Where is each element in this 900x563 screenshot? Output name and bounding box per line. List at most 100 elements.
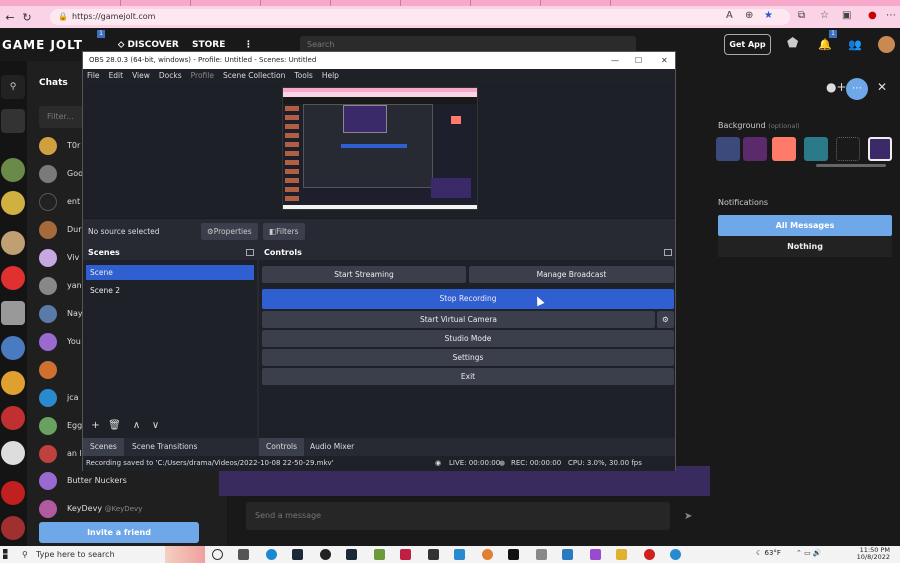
maximize-icon[interactable]: ☐ xyxy=(635,52,642,69)
background-swatch[interactable] xyxy=(743,137,767,161)
obs-title-bar[interactable]: OBS 28.0.3 (64-bit, windows) - Profile: … xyxy=(83,52,675,69)
profile-icon[interactable]: ● xyxy=(868,10,877,21)
user-icon[interactable]: ⚲ xyxy=(1,75,25,99)
more-options-icon[interactable]: ⋯ xyxy=(846,78,868,100)
read-aloud-icon[interactable]: A xyxy=(726,10,733,21)
menu-file[interactable]: File xyxy=(87,69,100,83)
add-scene-icon[interactable]: + xyxy=(88,418,103,433)
widgets-icon[interactable] xyxy=(238,549,249,560)
friends-icon[interactable]: 👥 xyxy=(848,38,862,51)
manage-broadcast-button[interactable]: Manage Broadcast xyxy=(469,266,674,283)
tab-scene-transitions[interactable]: Scene Transitions xyxy=(125,438,204,456)
extensions-icon[interactable]: ⧉ xyxy=(798,10,805,21)
community-icon[interactable] xyxy=(1,266,25,290)
weather-widget[interactable]: ☾ 63°F xyxy=(756,549,781,557)
app-icon[interactable] xyxy=(670,549,681,560)
background-swatch-selected[interactable] xyxy=(868,137,892,161)
close-icon[interactable]: ✕ xyxy=(877,80,887,94)
filters-button[interactable]: ◧Filters xyxy=(263,223,305,240)
refresh-icon[interactable]: ↻ xyxy=(20,11,34,24)
start-streaming-button[interactable]: Start Streaming xyxy=(262,266,466,283)
nav-store[interactable]: STORE xyxy=(192,40,225,50)
add-member-icon[interactable]: ●+ xyxy=(826,80,847,94)
undock-icon[interactable] xyxy=(246,249,254,256)
favorite-star-icon[interactable]: ★ xyxy=(764,10,773,21)
tab-audio-mixer[interactable]: Audio Mixer xyxy=(303,438,361,456)
undock-icon[interactable] xyxy=(664,249,672,256)
chat-row[interactable]: Butter Nuckers xyxy=(39,470,224,492)
community-icon[interactable] xyxy=(1,336,25,360)
move-up-icon[interactable]: ∧ xyxy=(129,418,144,433)
invite-friend-button[interactable]: Invite a friend xyxy=(39,522,199,543)
app-icon[interactable] xyxy=(590,549,601,560)
studio-mode-button[interactable]: Studio Mode xyxy=(262,330,674,347)
collections-icon[interactable]: ▣ xyxy=(842,10,851,21)
windows-start-icon[interactable] xyxy=(3,549,8,559)
app-icon[interactable] xyxy=(482,549,493,560)
favorites-icon[interactable]: ☆ xyxy=(820,10,829,21)
all-messages-option[interactable]: All Messages xyxy=(718,215,892,236)
scene-item[interactable]: Scene 2 xyxy=(86,283,254,298)
close-window-icon[interactable]: ✕ xyxy=(661,52,668,69)
minecraft-icon[interactable] xyxy=(374,549,385,560)
community-icon[interactable] xyxy=(1,231,25,255)
steam-icon[interactable] xyxy=(292,549,303,560)
menu-tools[interactable]: Tools xyxy=(294,69,312,83)
settings-button[interactable]: Settings xyxy=(262,349,674,366)
exit-button[interactable]: Exit xyxy=(262,368,674,385)
tab-scenes[interactable]: Scenes xyxy=(83,438,124,456)
scene-item-selected[interactable]: Scene xyxy=(86,265,254,280)
start-virtual-camera-button[interactable]: Start Virtual Camera xyxy=(262,311,655,328)
gamejolt-logo[interactable]: GAME JOLT xyxy=(2,38,83,52)
file-explorer-icon[interactable] xyxy=(616,549,627,560)
background-swatch[interactable] xyxy=(836,137,860,161)
obs-preview-canvas[interactable] xyxy=(282,87,478,210)
shield-icon[interactable]: ⬟ xyxy=(787,36,798,51)
chat-row[interactable]: KeyDevy @KeyDevy xyxy=(39,498,224,520)
get-app-button[interactable]: Get App xyxy=(724,34,771,55)
stop-recording-button[interactable]: Stop Recording xyxy=(262,289,674,309)
community-icon[interactable] xyxy=(1,301,25,325)
menu-edit[interactable]: Edit xyxy=(109,69,124,83)
library-icon[interactable] xyxy=(1,109,25,133)
virtual-camera-settings-icon[interactable]: ⚙ xyxy=(657,311,674,328)
properties-button[interactable]: ⚙Properties xyxy=(201,223,258,240)
community-icon[interactable] xyxy=(1,406,25,430)
community-icon[interactable] xyxy=(1,441,25,465)
community-icon[interactable] xyxy=(1,158,25,182)
app-icon[interactable] xyxy=(644,549,655,560)
community-icon[interactable] xyxy=(1,516,25,540)
menu-help[interactable]: Help xyxy=(322,69,339,83)
nothing-option[interactable]: Nothing xyxy=(718,236,892,257)
user-avatar[interactable] xyxy=(878,36,895,53)
taskbar-clock[interactable]: 11:50 PM 10/8/2022 xyxy=(850,547,890,561)
system-tray-icons[interactable]: ⌃ ▭ 🔊 xyxy=(796,549,822,557)
menu-profile[interactable]: Profile xyxy=(191,69,214,83)
app-icon[interactable] xyxy=(536,549,547,560)
background-swatch[interactable] xyxy=(716,137,740,161)
obs-icon[interactable] xyxy=(320,549,331,560)
app-icon[interactable] xyxy=(400,549,411,560)
background-swatch[interactable] xyxy=(804,137,828,161)
back-icon[interactable]: ← xyxy=(0,11,20,24)
app-icon[interactable] xyxy=(454,549,465,560)
edge-icon[interactable] xyxy=(266,549,277,560)
more-icon[interactable]: ⋯ xyxy=(886,10,896,21)
app-icon[interactable] xyxy=(346,549,357,560)
app-icon[interactable] xyxy=(428,549,439,560)
community-icon[interactable] xyxy=(1,191,25,215)
send-icon[interactable]: ➤ xyxy=(684,511,692,522)
remove-scene-icon[interactable]: 🗑 xyxy=(107,418,122,433)
community-icon[interactable] xyxy=(1,481,25,505)
nav-discover[interactable]: ⬦ DISCOVER xyxy=(118,40,179,50)
more-menu-icon[interactable]: ⋮ xyxy=(244,40,253,50)
community-icon[interactable] xyxy=(1,371,25,395)
bell-icon[interactable]: 🔔 xyxy=(818,38,832,51)
menu-docks[interactable]: Docks xyxy=(159,69,182,83)
app-icon[interactable] xyxy=(562,549,573,560)
zoom-icon[interactable]: ⊕ xyxy=(745,10,753,21)
move-down-icon[interactable]: ∨ xyxy=(148,418,163,433)
background-swatch[interactable] xyxy=(772,137,796,161)
url-field[interactable]: 🔒 https://gamejolt.com xyxy=(50,9,790,25)
menu-scene-collection[interactable]: Scene Collection xyxy=(223,69,285,83)
